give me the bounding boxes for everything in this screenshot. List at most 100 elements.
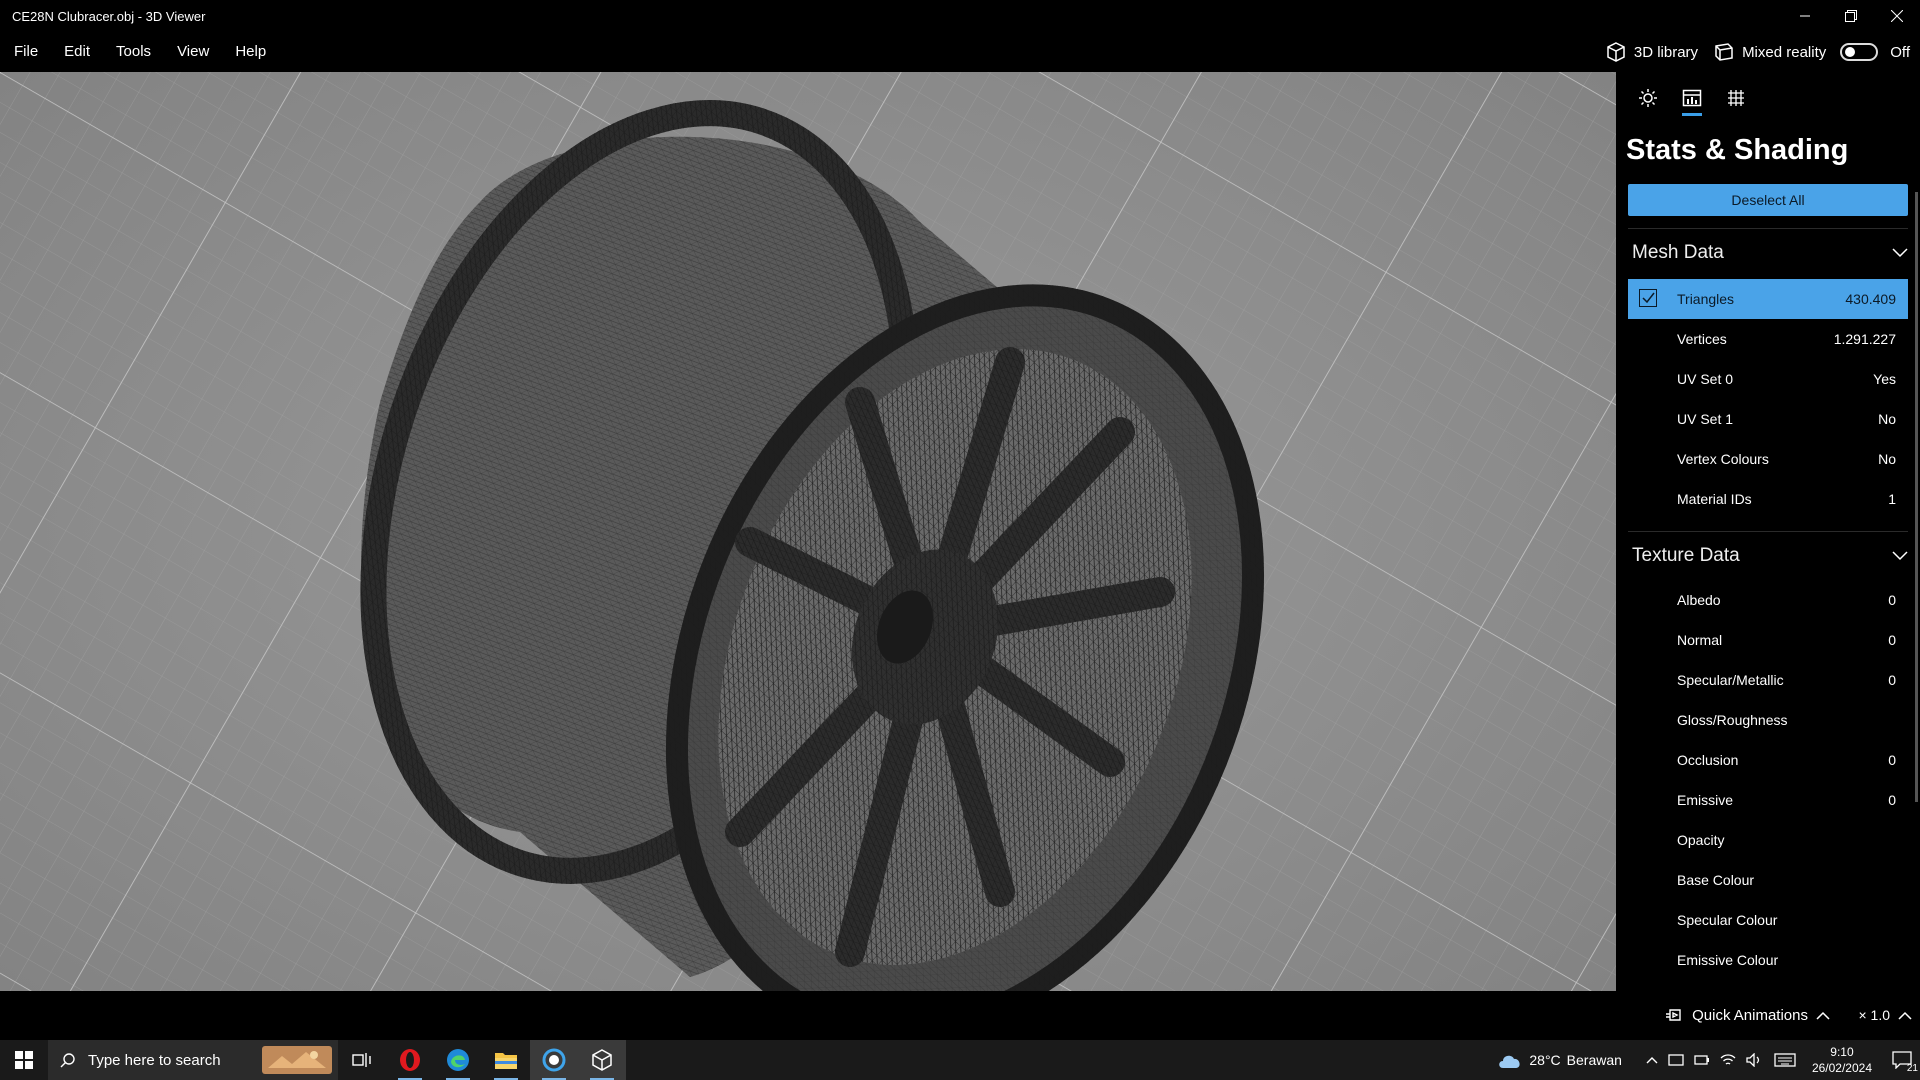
chevron-up-icon[interactable] xyxy=(1646,1056,1658,1064)
restore-icon[interactable] xyxy=(1828,0,1874,32)
mixed-reality-button[interactable]: Mixed reality xyxy=(1714,42,1826,62)
mesh-row-vertices[interactable]: Vertices 1.291.227 xyxy=(1628,319,1908,359)
texture-row-specular-metallic[interactable]: Specular/Metallic 0 xyxy=(1628,660,1908,700)
lighting-tab[interactable] xyxy=(1626,78,1670,118)
mixed-reality-state: Off xyxy=(1890,43,1910,61)
mesh-data-header[interactable]: Mesh Data xyxy=(1628,228,1908,277)
menu-edit[interactable]: Edit xyxy=(51,32,103,72)
row-value: 1.291.227 xyxy=(1833,331,1896,347)
texture-row-base-colour[interactable]: Base Colour xyxy=(1628,860,1908,900)
search-placeholder: Type here to search xyxy=(88,1051,221,1069)
lighting-icon xyxy=(1639,89,1657,107)
menu-help[interactable]: Help xyxy=(222,32,279,72)
chevron-up-icon xyxy=(1816,1011,1830,1020)
panel-tabs xyxy=(1616,72,1920,124)
volume-icon[interactable] xyxy=(1746,1053,1762,1067)
task-view-button[interactable] xyxy=(338,1040,386,1080)
taskbar-edge[interactable] xyxy=(434,1040,482,1080)
notification-count: 21 xyxy=(1906,1063,1918,1074)
close-icon[interactable] xyxy=(1874,0,1920,32)
menu-tools[interactable]: Tools xyxy=(103,32,164,72)
cube-icon xyxy=(1607,42,1625,62)
wifi-icon[interactable] xyxy=(1720,1053,1736,1067)
texture-data-header[interactable]: Texture Data xyxy=(1628,531,1908,580)
row-value: 430.409 xyxy=(1845,291,1896,307)
speed-control[interactable]: × 1.0 xyxy=(1858,1007,1912,1023)
battery-icon[interactable] xyxy=(1694,1053,1710,1067)
3d-library-label: 3D library xyxy=(1633,43,1699,61)
row-label: Vertices xyxy=(1677,331,1727,347)
weather-widget[interactable]: 28°C Berawan xyxy=(1497,1051,1622,1069)
mesh-row-material-ids[interactable]: Material IDs 1 xyxy=(1628,479,1908,519)
stats-tab[interactable] xyxy=(1670,78,1714,118)
animation-icon xyxy=(1666,1008,1681,1021)
taskbar-3d-viewer[interactable] xyxy=(578,1040,626,1080)
texture-row-gloss-roughness[interactable]: Gloss/Roughness xyxy=(1628,700,1908,740)
status-bar: Quick Animations × 1.0 xyxy=(0,991,1920,1040)
row-value: 0 xyxy=(1888,592,1896,608)
stats-panel: Stats & Shading Deselect All Mesh Data T… xyxy=(1616,72,1920,991)
panel-title: Stats & Shading xyxy=(1626,134,1849,166)
menu-file[interactable]: File xyxy=(1,32,51,72)
row-label: Normal xyxy=(1677,632,1723,648)
mesh-row-uv-set-1[interactable]: UV Set 1 No xyxy=(1628,399,1908,439)
mixed-reality-icon xyxy=(1715,43,1733,61)
grid-tab[interactable] xyxy=(1714,78,1758,118)
texture-row-opacity[interactable]: Opacity xyxy=(1628,820,1908,860)
minimize-icon[interactable] xyxy=(1782,0,1828,32)
speed-value: × 1.0 xyxy=(1858,1007,1890,1023)
3d-library-button[interactable]: 3D library xyxy=(1606,42,1698,62)
texture-row-normal[interactable]: Normal 0 xyxy=(1628,620,1908,660)
texture-row-emissive[interactable]: Emissive 0 xyxy=(1628,780,1908,820)
search-icon xyxy=(60,1053,75,1068)
window-controls xyxy=(1782,0,1920,32)
cloud-icon xyxy=(1499,1055,1521,1068)
row-label: UV Set 0 xyxy=(1677,371,1734,387)
mixed-reality-toggle[interactable] xyxy=(1840,43,1879,61)
mixed-reality-label: Mixed reality xyxy=(1742,43,1827,61)
row-label: Occlusion xyxy=(1677,752,1739,768)
row-value: No xyxy=(1878,451,1896,467)
row-label: Gloss/Roughness xyxy=(1677,712,1788,728)
clock-date: 26/02/2024 xyxy=(1811,1061,1872,1075)
folder-icon xyxy=(495,1053,517,1069)
deselect-all-button[interactable]: Deselect All xyxy=(1628,184,1908,216)
notifications-button[interactable]: 21 xyxy=(1884,1040,1920,1080)
taskbar-file-explorer[interactable] xyxy=(482,1040,530,1080)
checkbox-checked[interactable] xyxy=(1639,289,1657,307)
row-value: 1 xyxy=(1888,491,1896,507)
taskbar-app-blue[interactable] xyxy=(530,1040,578,1080)
row-label: Specular/Metallic xyxy=(1677,672,1784,688)
row-label: Material IDs xyxy=(1677,491,1752,507)
texture-row-albedo[interactable]: Albedo 0 xyxy=(1628,580,1908,620)
row-value: 0 xyxy=(1888,752,1896,768)
quick-animations-button[interactable]: Quick Animations xyxy=(1664,1007,1830,1024)
clock[interactable]: 9:10 26/02/2024 xyxy=(1812,1044,1872,1076)
start-button[interactable] xyxy=(0,1040,48,1080)
row-value: 0 xyxy=(1888,632,1896,648)
opera-icon xyxy=(400,1049,420,1071)
row-label: Emissive Colour xyxy=(1677,952,1779,968)
keyboard-icon[interactable] xyxy=(1774,1053,1796,1067)
panel-scrollbar[interactable] xyxy=(1915,192,1918,802)
mesh-row-uv-set-0[interactable]: UV Set 0 Yes xyxy=(1628,359,1908,399)
row-label: Albedo xyxy=(1677,592,1721,608)
row-value: Yes xyxy=(1873,371,1896,387)
meet-now-icon[interactable] xyxy=(1668,1053,1684,1067)
taskbar-opera[interactable] xyxy=(386,1040,434,1080)
edge-icon xyxy=(447,1049,469,1071)
row-label: Opacity xyxy=(1677,832,1725,848)
chevron-up-icon xyxy=(1898,1011,1912,1020)
search-box[interactable]: Type here to search xyxy=(48,1040,338,1080)
window-title: CE28N Clubracer.obj - 3D Viewer xyxy=(12,8,206,24)
mesh-row-vertex-colours[interactable]: Vertex Colours No xyxy=(1628,439,1908,479)
chevron-down-icon xyxy=(1892,248,1908,258)
3d-viewport[interactable] xyxy=(0,72,1616,991)
texture-row-specular-colour[interactable]: Specular Colour xyxy=(1628,900,1908,940)
mesh-data-label: Mesh Data xyxy=(1632,242,1724,263)
texture-row-occlusion[interactable]: Occlusion 0 xyxy=(1628,740,1908,780)
mesh-row-triangles[interactable]: Triangles 430.409 xyxy=(1628,279,1908,319)
menu-view[interactable]: View xyxy=(164,32,222,72)
system-tray: 28°C Berawan 9:10 26/02/2024 21 xyxy=(1497,1040,1920,1080)
texture-row-emissive-colour[interactable]: Emissive Colour xyxy=(1628,940,1908,980)
